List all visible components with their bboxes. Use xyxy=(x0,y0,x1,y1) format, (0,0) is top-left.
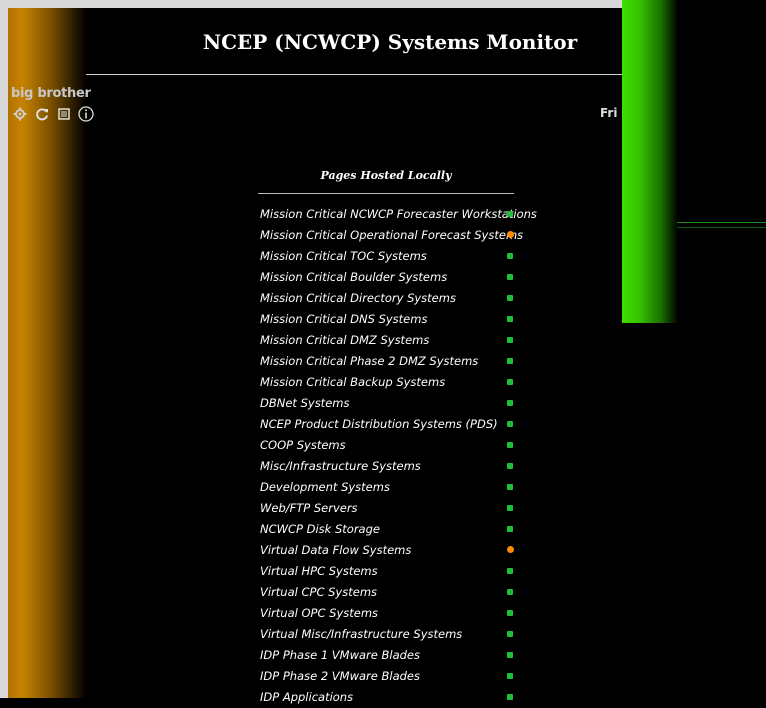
list-item[interactable]: Mission Critical TOC Systems xyxy=(260,246,520,267)
status-dot-icon[interactable] xyxy=(507,231,514,238)
list-item[interactable]: NCEP Product Distribution Systems (PDS) xyxy=(260,414,520,435)
overlay-divider-secondary xyxy=(677,227,766,228)
gear-icon[interactable] xyxy=(12,106,28,122)
list-item-link[interactable]: DBNet Systems xyxy=(260,396,349,410)
window-frame-top xyxy=(0,0,622,8)
brand-label[interactable]: big brother xyxy=(11,86,91,101)
list-item[interactable]: DBNet Systems xyxy=(260,393,520,414)
window-frame-left xyxy=(0,0,8,698)
list-item-link[interactable]: Misc/Infrastructure Systems xyxy=(260,459,421,473)
status-dot-icon[interactable] xyxy=(507,253,513,259)
list-item-link[interactable]: Virtual CPC Systems xyxy=(260,585,377,599)
list-item-link[interactable]: IDP Phase 2 VMware Blades xyxy=(260,669,420,683)
refresh-icon[interactable] xyxy=(34,106,50,122)
list-item[interactable]: Mission Critical Backup Systems xyxy=(260,372,520,393)
status-dot-icon[interactable] xyxy=(507,463,513,469)
status-dot-icon[interactable] xyxy=(507,274,513,280)
list-item[interactable]: IDP Phase 1 VMware Blades xyxy=(260,645,520,666)
list-item-link[interactable]: NCWCP Disk Storage xyxy=(260,522,380,536)
status-dot-icon[interactable] xyxy=(507,484,513,490)
status-dot-icon[interactable] xyxy=(507,400,513,406)
status-dot-icon[interactable] xyxy=(507,694,513,700)
list-item-link[interactable]: Mission Critical DNS Systems xyxy=(260,312,427,326)
list-item[interactable]: IDP Phase 2 VMware Blades xyxy=(260,666,520,687)
list-item[interactable]: NCWCP Disk Storage xyxy=(260,519,520,540)
list-item[interactable]: Virtual HPC Systems xyxy=(260,561,520,582)
list-item[interactable]: Mission Critical Boulder Systems xyxy=(260,267,520,288)
status-dot-icon[interactable] xyxy=(507,631,513,637)
overlay-window[interactable] xyxy=(622,0,766,323)
list-item-link[interactable]: COOP Systems xyxy=(260,438,346,452)
list-item-link[interactable]: Mission Critical Directory Systems xyxy=(260,291,456,305)
section-title: Pages Hosted Locally xyxy=(320,169,452,182)
overlay-divider xyxy=(677,222,766,223)
status-dot-icon[interactable] xyxy=(507,526,513,532)
date-label: Fri xyxy=(600,106,618,120)
list-item-link[interactable]: Virtual OPC Systems xyxy=(260,606,378,620)
list-item[interactable]: Virtual Misc/Infrastructure Systems xyxy=(260,624,520,645)
list-item-link[interactable]: Web/FTP Servers xyxy=(260,501,358,515)
list-item-link[interactable]: Mission Critical TOC Systems xyxy=(260,249,427,263)
list-item[interactable]: Misc/Infrastructure Systems xyxy=(260,456,520,477)
list-item[interactable]: Mission Critical Operational Forecast Sy… xyxy=(260,225,523,246)
status-dot-icon[interactable] xyxy=(507,505,513,511)
list-item[interactable]: Mission Critical Phase 2 DMZ Systems xyxy=(260,351,520,372)
list-item[interactable]: Virtual OPC Systems xyxy=(260,603,520,624)
list-item[interactable]: Mission Critical NCWCP Forecaster Workst… xyxy=(260,204,537,225)
status-dot-icon[interactable] xyxy=(507,610,513,616)
status-dot-icon[interactable] xyxy=(507,379,513,385)
list-item-link[interactable]: IDP Applications xyxy=(260,690,353,704)
list-item-link[interactable]: Mission Critical Backup Systems xyxy=(260,375,445,389)
list-item-link[interactable]: Virtual Misc/Infrastructure Systems xyxy=(260,627,462,641)
list-item[interactable]: COOP Systems xyxy=(260,435,520,456)
list-item[interactable]: Mission Critical DMZ Systems xyxy=(260,330,520,351)
list-item-link[interactable]: Mission Critical NCWCP Forecaster Workst… xyxy=(260,207,537,221)
list-item-link[interactable]: Mission Critical Boulder Systems xyxy=(260,270,447,284)
systems-list: Mission Critical NCWCP Forecaster Workst… xyxy=(260,204,537,708)
list-item-link[interactable]: NCEP Product Distribution Systems (PDS) xyxy=(260,417,498,431)
section-divider xyxy=(258,193,514,194)
list-item-link[interactable]: IDP Phase 1 VMware Blades xyxy=(260,648,420,662)
report-icon[interactable] xyxy=(56,106,72,122)
status-dot-icon[interactable] xyxy=(507,211,513,217)
status-dot-icon[interactable] xyxy=(507,546,514,553)
list-item-link[interactable]: Mission Critical DMZ Systems xyxy=(260,333,429,347)
status-dot-icon[interactable] xyxy=(507,568,513,574)
list-item-link[interactable]: Virtual HPC Systems xyxy=(260,564,378,578)
list-item[interactable]: Mission Critical Directory Systems xyxy=(260,288,520,309)
list-item[interactable]: Virtual CPC Systems xyxy=(260,582,520,603)
status-dot-icon[interactable] xyxy=(507,673,513,679)
status-dot-icon[interactable] xyxy=(507,589,513,595)
status-dot-icon[interactable] xyxy=(507,337,513,343)
info-icon[interactable] xyxy=(78,106,94,122)
list-item-link[interactable]: Virtual Data Flow Systems xyxy=(260,543,411,557)
list-item-link[interactable]: Development Systems xyxy=(260,480,390,494)
list-item[interactable]: Development Systems xyxy=(260,477,520,498)
toolbar xyxy=(12,106,94,122)
list-item-link[interactable]: Mission Critical Phase 2 DMZ Systems xyxy=(260,354,478,368)
right-color-bar xyxy=(622,0,678,323)
list-item[interactable]: Web/FTP Servers xyxy=(260,498,520,519)
list-item[interactable]: Virtual Data Flow Systems xyxy=(260,540,520,561)
status-dot-icon[interactable] xyxy=(507,442,513,448)
status-dot-icon[interactable] xyxy=(507,358,513,364)
title-divider xyxy=(86,74,622,75)
status-dot-icon[interactable] xyxy=(507,421,513,427)
page-title: NCEP (NCWCP) Systems Monitor xyxy=(202,30,578,54)
list-item-link[interactable]: Mission Critical Operational Forecast Sy… xyxy=(260,228,523,242)
status-dot-icon[interactable] xyxy=(507,295,513,301)
status-dot-icon[interactable] xyxy=(507,652,513,658)
status-dot-icon[interactable] xyxy=(507,316,513,322)
list-item[interactable]: Mission Critical DNS Systems xyxy=(260,309,520,330)
